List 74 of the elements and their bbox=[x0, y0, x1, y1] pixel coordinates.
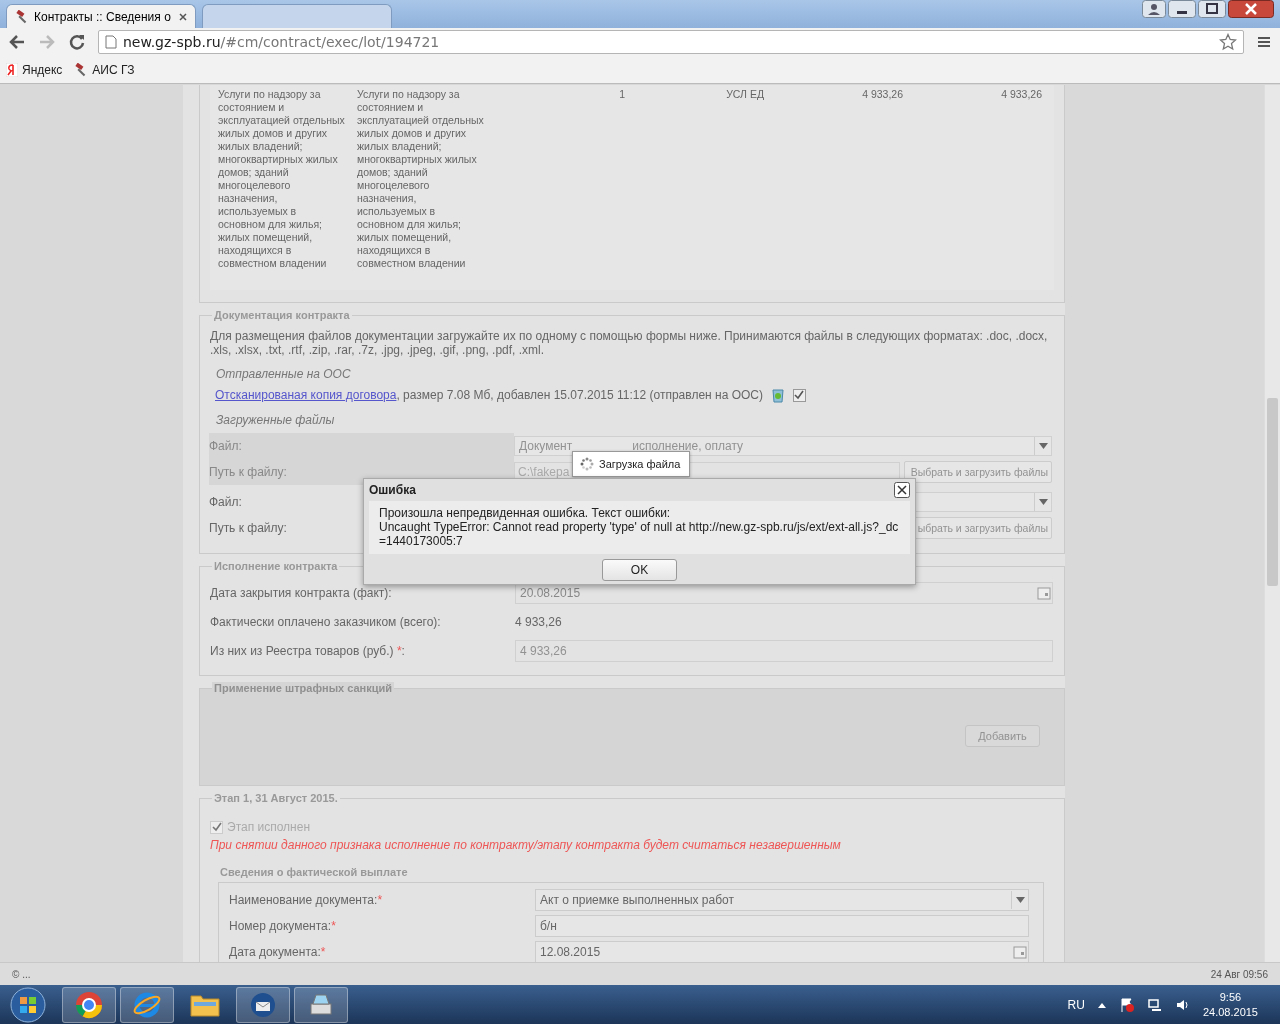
dialog-title: Ошибка bbox=[369, 483, 416, 497]
flag-icon[interactable] bbox=[1118, 996, 1135, 1013]
subheading: Загруженные файлы bbox=[216, 413, 336, 427]
warning-text: При снятии данного признака исполнение по контракту/этапу контракта будет считаться незавершенным bbox=[210, 838, 842, 852]
scrollbar[interactable] bbox=[1264, 85, 1280, 962]
minimize-icon[interactable] bbox=[1168, 0, 1196, 18]
taskbar-app-button[interactable] bbox=[236, 986, 290, 1023]
field-label: Из них из Реестра товаров (руб.) *: bbox=[210, 643, 405, 658]
table-cell-text: 4 933,26 bbox=[1000, 87, 1042, 102]
star-icon[interactable] bbox=[1219, 33, 1237, 51]
close-icon[interactable] bbox=[894, 482, 910, 498]
close-icon[interactable] bbox=[179, 12, 187, 21]
user-icon[interactable] bbox=[1142, 0, 1166, 18]
field-label: Номер документа:* bbox=[229, 919, 336, 933]
gavel-icon bbox=[15, 9, 29, 24]
taskbar-app-button[interactable] bbox=[120, 986, 174, 1023]
field-value: 4 933,26 bbox=[515, 614, 562, 629]
maximize-icon[interactable] bbox=[1198, 0, 1226, 18]
input-field[interactable]: 4 933,26 bbox=[515, 639, 1053, 662]
table-cell-text: Услуги по надзору за состоянием и эксплуатацией отдельных жилых домов и других жилых владений; многоквартирных жилых домов; зданий многоцелевого назначения, используемых в основном для жилья; жилых помещений, находящихся в совместном владении bbox=[218, 87, 346, 271]
reload-icon[interactable] bbox=[68, 33, 86, 51]
bookmark[interactable]: АИС ГЗ bbox=[74, 62, 135, 77]
subheading: Отправленные на ООС bbox=[216, 367, 352, 381]
section-title: Применение штрафных санкций bbox=[212, 682, 395, 694]
section-title: Исполнение контракта bbox=[212, 560, 340, 572]
table-cell-text: Услуги по надзору за состоянием и эксплуатацией отдельных жилых домов и других жилых владений; многоквартирных жилых домов; зданий многоцелевого назначения, используемых в основном для жилья; жилых помещений, находящихся в совместном владении bbox=[357, 87, 485, 271]
table-cell-text: УСЛ ЕД bbox=[725, 87, 764, 102]
clock[interactable]: 9:56 24.08.2015 bbox=[1202, 989, 1258, 1020]
close-icon[interactable] bbox=[1228, 0, 1274, 18]
checkbox-label: Этап исполнен bbox=[227, 820, 311, 834]
spinner-icon bbox=[580, 457, 594, 471]
document-select[interactable]: Акт о приемке выполненных работ bbox=[535, 889, 1029, 911]
network-icon[interactable] bbox=[1146, 996, 1163, 1013]
file-entry: Отсканированая копия договора, размер 7.08 Мб, добавлен 15.07.2015 11:12 (отправлен на ООС) bbox=[215, 388, 763, 402]
checkbox[interactable] bbox=[793, 388, 806, 402]
bookmark[interactable]: Яндекс bbox=[6, 62, 63, 77]
checkbox[interactable] bbox=[210, 820, 223, 834]
yandex-icon bbox=[6, 62, 18, 77]
field-label: Путь к файлу: bbox=[209, 521, 287, 535]
field-label: Наименование документа:* bbox=[229, 893, 383, 907]
field-label: Путь к файлу: bbox=[209, 465, 287, 479]
status-text: © ... bbox=[12, 968, 31, 980]
trash-icon[interactable] bbox=[771, 387, 785, 403]
date-field[interactable]: 12.08.2015 bbox=[535, 941, 1029, 962]
input-field[interactable]: б/н bbox=[535, 915, 1029, 937]
caret-icon bbox=[1038, 443, 1048, 449]
info-text: Для размещения файлов документации загружайте их по одному с помощью формы ниже. Принимаются файлы в следующих форматах: .doc, .docx, .xls, .xlsx, .txt, .rtf, .zip, .rar, .7z, .jpg, .jpeg, .gif, .png, .pdf, .xml. bbox=[210, 329, 1049, 357]
field-label: Фактически оплачено заказчиком (всего): bbox=[210, 614, 441, 629]
language-indicator[interactable]: RU bbox=[1067, 997, 1085, 1012]
error-message: Произошла непредвиденная ошибка. Текст ошибки: Uncaught TypeError: Cannot read property 'type' of null at http://new.gz-spb.ru/js/ext/ext-all.js?_dc=1440173005:7 bbox=[369, 501, 910, 554]
menu-icon[interactable] bbox=[1256, 34, 1272, 50]
caret-icon bbox=[1015, 897, 1025, 903]
ok-button[interactable]: OK bbox=[602, 559, 677, 581]
table-cell-text: 1 bbox=[618, 87, 625, 102]
table-cell-text: 4 933,26 bbox=[861, 87, 903, 102]
field-label: Дата документа:* bbox=[229, 945, 326, 959]
field-label: Файл: bbox=[209, 439, 242, 453]
section-title: Этап 1, 31 Август 2015. bbox=[212, 792, 340, 804]
page-icon bbox=[105, 35, 117, 49]
section-title: Сведения о фактической выплате bbox=[220, 866, 409, 878]
status-datetime: 24 Авг 09:56 bbox=[1210, 968, 1268, 980]
loading-tooltip: Загрузка файла bbox=[572, 451, 691, 477]
file-type-select[interactable]: Документ исполнение, оплату bbox=[514, 436, 1052, 456]
taskbar-app-button[interactable] bbox=[294, 986, 348, 1023]
taskbar-app-button[interactable] bbox=[62, 986, 116, 1023]
section-title: Документация контракта bbox=[212, 309, 352, 321]
upload-button[interactable]: Выбрать и загрузить файлы bbox=[904, 461, 1052, 483]
field-label: Файл: bbox=[209, 495, 242, 509]
caret-icon bbox=[1038, 499, 1048, 505]
circle-logo-icon bbox=[74, 989, 104, 1020]
back-icon[interactable] bbox=[8, 33, 26, 51]
browser-tab[interactable]: Контракты :: Сведения о bbox=[6, 4, 196, 28]
address-bar[interactable]: new.gz-spb.ru/#cm/contract/exec/lot/194721 bbox=[98, 30, 1244, 54]
field-label: Дата закрытия контракта (факт): bbox=[210, 585, 392, 600]
